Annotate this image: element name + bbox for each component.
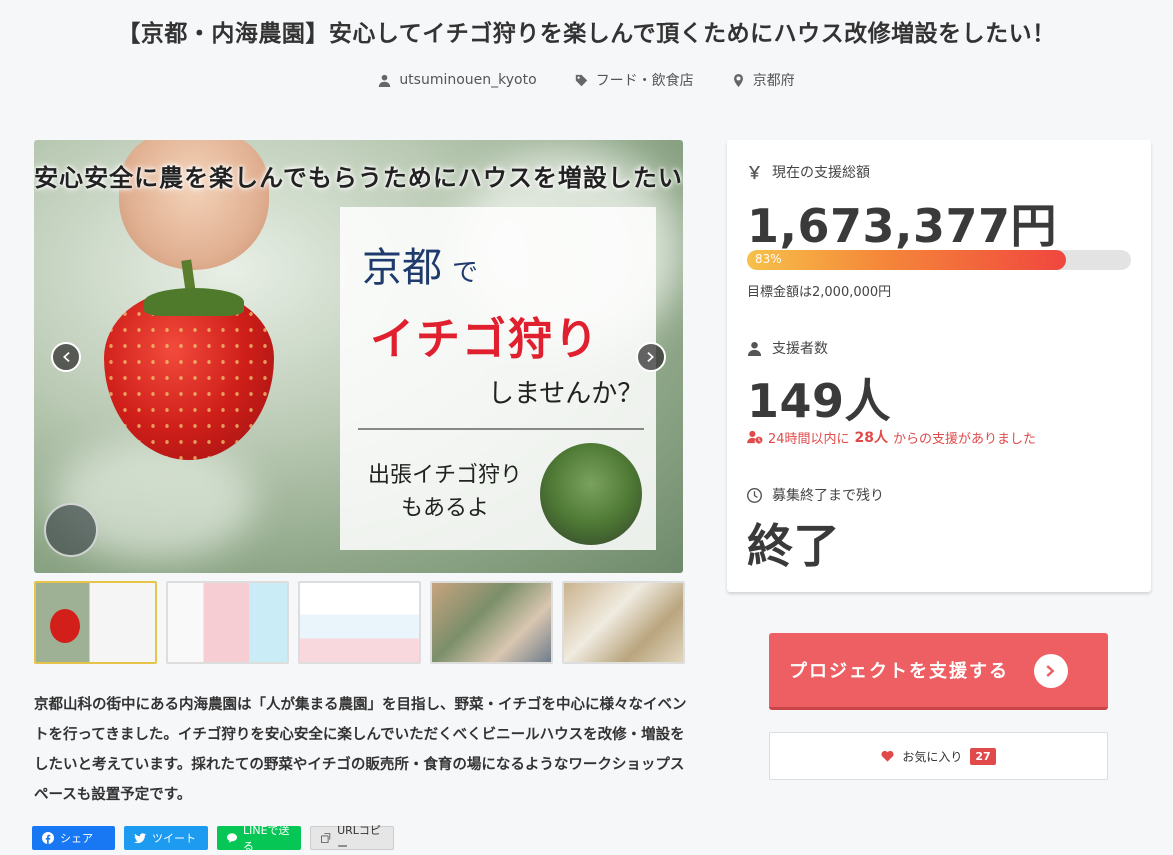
progress-bar-fill: [747, 250, 1066, 270]
twitter-icon: [134, 833, 146, 844]
owner-link[interactable]: utsuminouen_kyoto: [378, 70, 537, 90]
location-link[interactable]: 京都府: [732, 70, 795, 90]
twitter-share-button[interactable]: ツイート: [124, 826, 208, 850]
facebook-share-button[interactable]: シェア: [32, 826, 115, 850]
farm-logo: [44, 503, 98, 557]
project-meta: utsuminouen_kyoto フード・飲食店 京都府: [0, 70, 1173, 90]
yen-icon: [748, 165, 761, 179]
progress-percent: 83%: [755, 252, 782, 266]
total-amount-value: 1,673,377円: [747, 199, 1057, 253]
user-clock-icon: [747, 430, 763, 444]
copy-icon: [321, 832, 331, 844]
map-pin-icon: [733, 73, 743, 87]
location-name: 京都府: [752, 73, 795, 89]
strawberry-calyx: [144, 288, 244, 316]
thumbnail-3[interactable]: [298, 581, 421, 664]
remaining-time-label: 募集終了まで残り: [747, 485, 884, 505]
thumbnail-4[interactable]: [430, 581, 553, 664]
project-title: 【京都・内海農園】安心してイチゴ狩りを楽しんで頂くためにハウス改修増設をしたい！: [117, 21, 1056, 47]
thumbnail-5[interactable]: [562, 581, 685, 664]
line-icon: [227, 833, 237, 843]
main-image-slider[interactable]: 安心安全に農を楽しんでもらうためにハウスを増設したい 京都で イチゴ狩り しませ…: [34, 140, 683, 573]
supporters-value: 149人: [747, 374, 892, 428]
hero-text-card: 京都で イチゴ狩り しませんか？ 出張イチゴ狩り もあるよ: [340, 207, 656, 550]
project-stats-panel: 現在の支援総額 1,673,377円 83% 目標金額は2,000,000円 支…: [727, 140, 1151, 592]
total-amount-label: 現在の支援総額: [747, 162, 870, 182]
thumbnail-strip: [34, 581, 685, 664]
favorite-count-badge: 27: [970, 747, 996, 765]
remaining-time-value: 終了: [747, 519, 840, 573]
owner-name: utsuminouen_kyoto: [399, 72, 537, 88]
project-description: 京都山科の街中にある内海農園は「人が集まる農園」を目指し、野菜・イチゴを中心に様…: [34, 697, 687, 803]
card-shimasen: しませんか？: [488, 379, 644, 409]
category-link[interactable]: フード・飲食店: [575, 70, 694, 90]
prev-slide-button[interactable]: [51, 342, 81, 372]
supporters-label: 支援者数: [747, 338, 828, 358]
clock-icon: [747, 487, 762, 503]
share-buttons: シェア ツイート LINEで送る URLコピー: [32, 824, 394, 853]
facebook-icon: [42, 832, 54, 844]
thumbnail-1[interactable]: [34, 581, 157, 664]
url-copy-button[interactable]: URLコピー: [310, 824, 394, 853]
card-shucho: 出張イチゴ狩り もあるよ: [367, 463, 522, 521]
favorite-button[interactable]: お気に入り 27: [769, 732, 1108, 780]
card-ichigo: イチゴ狩り: [370, 314, 600, 365]
card-divider: [358, 428, 644, 430]
chevron-right-circle-icon: [1034, 654, 1068, 688]
strawberry-plants-photo: [540, 443, 642, 545]
heart-icon: [881, 750, 894, 762]
hero-headline: 安心安全に農を楽しんでもらうためにハウスを増設したい: [34, 164, 683, 192]
tag-icon: [575, 74, 587, 86]
recent-supporters-notice: 24時間以内に 28人 からの支援がありました: [747, 427, 1036, 447]
goal-amount: 目標金額は2,000,000円: [747, 285, 892, 300]
chevron-left-icon: [63, 352, 70, 362]
user-icon: [379, 74, 391, 87]
card-kyoto: 京都で: [362, 245, 479, 291]
line-share-button[interactable]: LINEで送る: [217, 824, 301, 853]
chevron-right-icon: [647, 352, 654, 362]
category-name: フード・飲食店: [595, 73, 694, 89]
next-slide-button[interactable]: [636, 342, 666, 372]
thumbnail-2[interactable]: [166, 581, 289, 664]
support-project-button[interactable]: プロジェクトを支援する: [769, 633, 1108, 710]
progress-bar: 83%: [747, 250, 1131, 270]
user-icon: [747, 341, 762, 356]
